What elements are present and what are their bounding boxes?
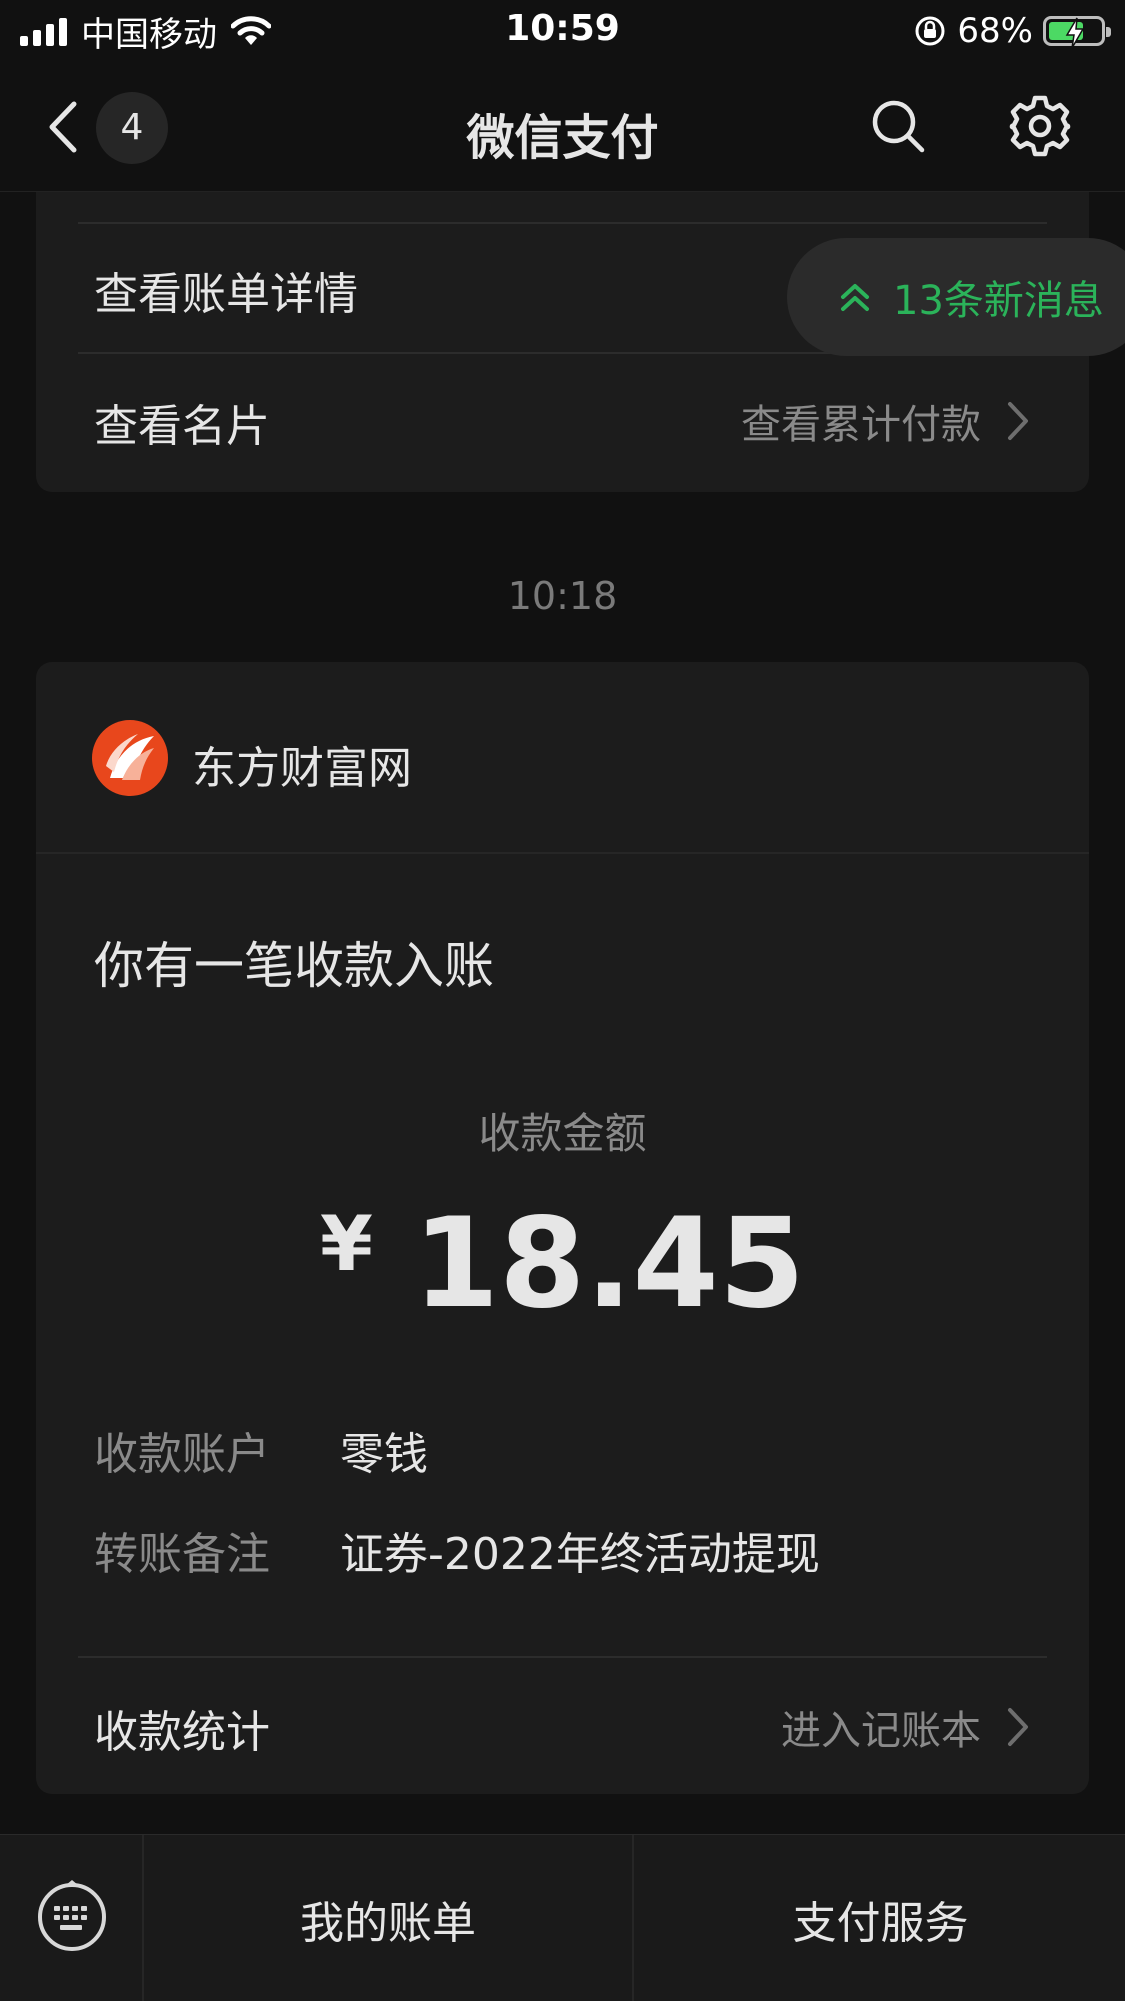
wechat-pay-screen: 中国移动 10:59 68% 4 微信支付 查看账单详情 查看名片 查看累计付款… [0, 0, 1125, 2001]
card-divider [36, 852, 1089, 854]
open-ledger-label: 进入记账本 [781, 1708, 981, 1754]
keyboard-toggle-button[interactable] [0, 1835, 144, 2001]
rotation-lock-icon [915, 16, 945, 46]
merchant-name: 东方财富网 [192, 743, 412, 794]
amount: ¥18.45 [36, 1192, 1089, 1336]
view-business-card-link[interactable]: 查看名片 [94, 390, 270, 454]
notice-title: 你有一笔收款入账 [94, 937, 494, 995]
amount-label: 收款金额 [478, 1109, 647, 1158]
card-divider [78, 222, 1047, 224]
view-total-payment-label: 查看累计付款 [741, 402, 981, 448]
amount-value: 18.45 [412, 1192, 806, 1336]
status-bar: 中国移动 10:59 68% [0, 0, 1125, 62]
remark-label: 转账备注 [94, 1529, 270, 1580]
double-chevron-up-icon [841, 284, 869, 311]
gear-icon[interactable] [1008, 94, 1072, 158]
message-timestamp: 10:18 [507, 574, 618, 618]
my-bills-menu-button[interactable]: 我的账单 [144, 1835, 634, 2001]
battery-percent: 68% [957, 11, 1033, 51]
nav-bar: 4 微信支付 [0, 62, 1125, 192]
payment-services-menu-button[interactable]: 支付服务 [636, 1835, 1125, 2001]
card-divider [78, 1656, 1047, 1658]
merchant-logo-icon [92, 720, 168, 796]
currency-symbol: ¥ [319, 1199, 373, 1288]
bottom-menu-bar: 我的账单 支付服务 [0, 1834, 1125, 2001]
charging-bolt-icon [1065, 17, 1085, 49]
open-ledger-link[interactable]: 进入记账本 [781, 1698, 1029, 1756]
keyboard-icon [38, 1880, 106, 1951]
account-label: 收款账户 [94, 1429, 270, 1480]
payment-received-card[interactable]: 东方财富网 你有一笔收款入账 收款金额 ¥18.45 收款账户 零钱 转账备注 … [36, 662, 1089, 1794]
chevron-right-icon [1008, 402, 1028, 440]
status-right: 68% [913, 10, 1111, 52]
view-bill-details-link[interactable]: 查看账单详情 [94, 258, 358, 322]
search-icon[interactable] [870, 98, 926, 154]
new-messages-toast[interactable]: 13条新消息 [787, 238, 1125, 356]
new-messages-text: 13条新消息 [893, 278, 1104, 324]
receipt-stats-link[interactable]: 收款统计 [94, 1696, 270, 1760]
chevron-right-icon [1008, 1708, 1028, 1746]
battery-icon [1043, 16, 1111, 49]
account-value: 零钱 [340, 1429, 428, 1480]
remark-value: 证券-2022年终活动提现 [340, 1529, 820, 1580]
view-total-payment-link[interactable]: 查看累计付款 [741, 392, 1029, 450]
page-title: 微信支付 [466, 110, 659, 166]
